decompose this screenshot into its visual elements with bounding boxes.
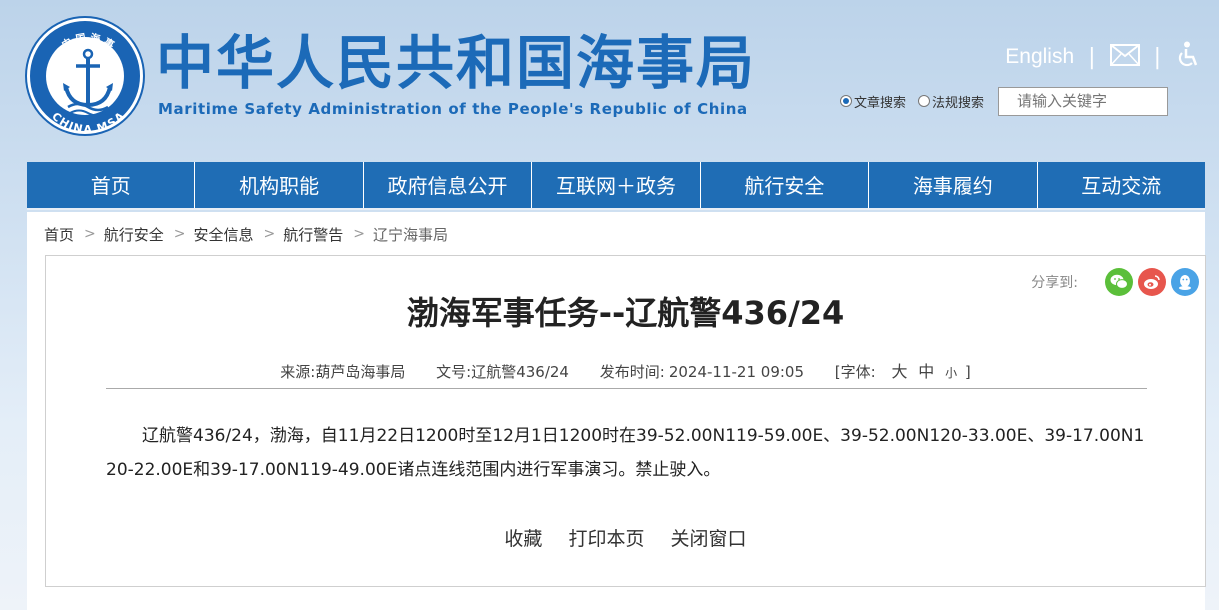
breadcrumb-separator: > (263, 226, 276, 242)
msa-logo[interactable]: 中 国 海 事 CHINA MSA (27, 18, 143, 136)
breadcrumb-safety-info[interactable]: 安全信息 (194, 224, 254, 245)
nav-item-convention[interactable]: 海事履约 (869, 162, 1038, 208)
radio-unselected-icon[interactable] (918, 95, 931, 107)
nav-item-internet-gov[interactable]: 互联网＋政务 (532, 162, 701, 208)
font-size-label: [字体: (834, 363, 876, 381)
doc-number-value: 辽航警436/24 (471, 363, 569, 381)
print-button[interactable]: 打印本页 (568, 528, 644, 550)
radio-selected-icon[interactable] (840, 95, 852, 107)
meta-divider (106, 388, 1147, 389)
article-actions: 收藏 打印本页 关闭窗口 (46, 524, 1205, 551)
publish-time-value: 2024-11-21 09:05 (668, 363, 804, 381)
close-window-button[interactable]: 关闭窗口 (671, 528, 747, 550)
doc-number-info: 文号:辽航警436/24 (436, 363, 569, 381)
breadcrumb-home[interactable]: 首页 (44, 224, 74, 245)
main-nav: 首页 机构职能 政府信息公开 互联网＋政务 航行安全 海事履约 互动交流 (27, 162, 1205, 210)
english-link[interactable]: English (1005, 45, 1074, 69)
search-type-regulation-label: 法规搜索 (932, 95, 985, 111)
top-links-separator: | (1153, 44, 1161, 70)
breadcrumb-navigation-safety[interactable]: 航行安全 (104, 224, 164, 245)
search-bar: 文章搜索 法规搜索 (840, 86, 1169, 116)
top-links-separator: | (1088, 44, 1096, 70)
breadcrumb-nav-warnings[interactable]: 航行警告 (283, 224, 343, 245)
doc-number-label: 文号: (436, 363, 472, 381)
search-type-article[interactable]: 文章搜索 (840, 92, 906, 111)
nav-item-gov-info[interactable]: 政府信息公开 (364, 162, 533, 208)
article-meta: 来源:葫芦岛海事局 文号:辽航警436/24 发布时间: 2024-11-21 0… (46, 358, 1205, 382)
breadcrumb-separator: > (84, 226, 96, 242)
favorite-button[interactable]: 收藏 (504, 528, 542, 550)
logo-ring-top-text: 中 国 海 事 (59, 31, 116, 52)
font-small-button[interactable]: 小 (945, 366, 957, 380)
font-size-control: [字体: 大 中 小 ] (834, 362, 971, 381)
accessibility-icon[interactable] (1175, 41, 1199, 73)
breadcrumb: 首页 > 航行安全 > 安全信息 > 航行警告 > 辽宁海事局 (44, 222, 448, 246)
font-medium-button[interactable]: 中 (918, 362, 934, 381)
svg-text:中 国 海 事: 中 国 海 事 (59, 31, 116, 52)
source-info: 来源:葫芦岛海事局 (280, 363, 405, 381)
font-large-button[interactable]: 大 (891, 362, 907, 381)
mail-icon[interactable] (1109, 44, 1140, 70)
nav-item-interaction[interactable]: 互动交流 (1038, 162, 1205, 208)
site-title: 中华人民共和国海事局 (156, 29, 757, 97)
nav-item-home[interactable]: 首页 (27, 162, 196, 208)
search-type-regulation[interactable]: 法规搜索 (918, 92, 984, 111)
source-label: 来源: (280, 363, 316, 381)
breadcrumb-liaoning-msa[interactable]: 辽宁海事局 (373, 224, 448, 245)
anchor-icon: 中 国 海 事 CHINA MSA (49, 31, 127, 136)
publish-time-label: 发布时间: (599, 363, 665, 381)
article-panel: 分享到: 渤海军事任务--辽航警436/24 来源:葫芦岛海事局 文号:辽航警4… (45, 255, 1206, 587)
search-input[interactable] (998, 86, 1169, 116)
article-body: 辽航警436/24，渤海，自11月22日1200时至12月1日1200时在39-… (106, 426, 1145, 480)
nav-item-navigation-safety[interactable]: 航行安全 (701, 162, 870, 208)
site-header: 中 国 海 事 CHINA MSA 中华人民共和国海事局 Maritime Sa… (0, 0, 1219, 162)
article-title: 渤海军事任务--辽航警436/24 (406, 294, 845, 332)
source-value: 葫芦岛海事局 (315, 363, 406, 381)
site-subtitle: Maritime Safety Administration of the Pe… (158, 100, 748, 118)
breadcrumb-separator: > (173, 226, 186, 242)
search-type-article-label: 文章搜索 (854, 95, 907, 111)
publish-time-info: 发布时间: 2024-11-21 09:05 (600, 363, 804, 381)
breadcrumb-separator: > (353, 226, 365, 242)
top-links: English | | (1005, 41, 1199, 73)
font-size-close-bracket: ] (964, 363, 971, 381)
nav-item-organization[interactable]: 机构职能 (195, 162, 364, 208)
